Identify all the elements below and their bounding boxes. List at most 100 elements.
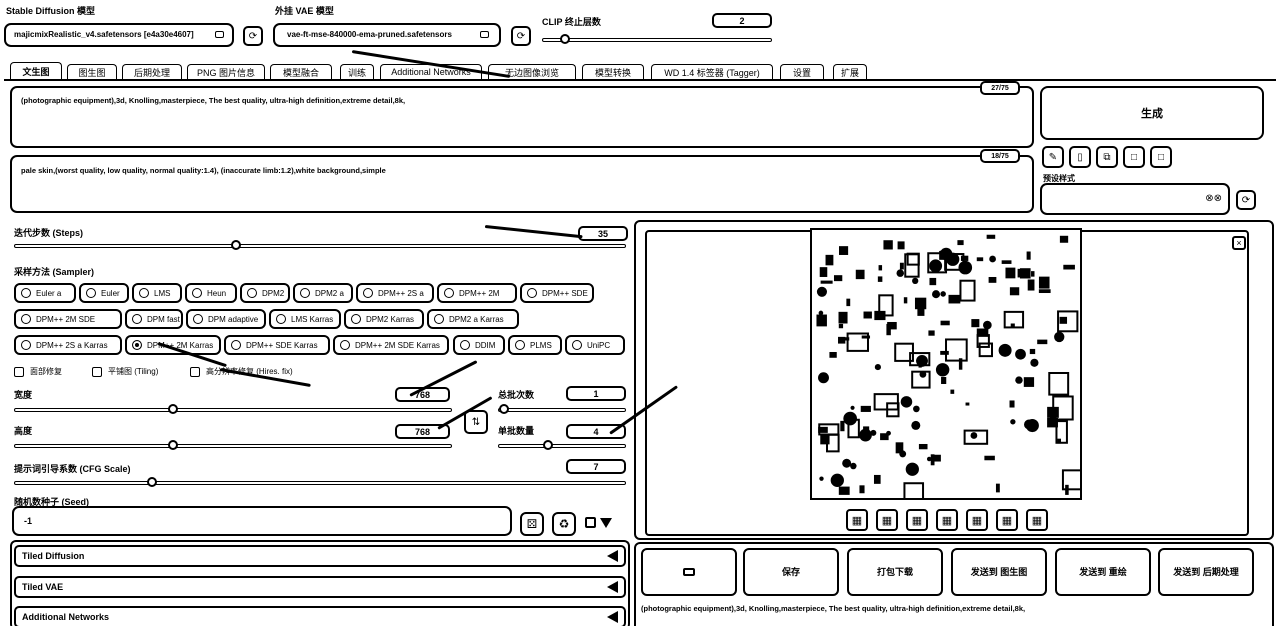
thumbnail-0[interactable]: ▦: [846, 509, 868, 531]
positive-prompt-input[interactable]: (photographic equipment),3d, Knolling,ma…: [10, 86, 1034, 148]
steps-number-input[interactable]: 35: [578, 226, 628, 241]
sampler-option[interactable]: LMS Karras: [269, 309, 341, 329]
style-action-button-1[interactable]: ▯: [1069, 146, 1091, 168]
sampler-option[interactable]: DPM2 a: [293, 283, 353, 303]
sampler-option[interactable]: UniPC: [565, 335, 625, 355]
seed-input[interactable]: -1: [12, 506, 512, 536]
batch-count-number-input[interactable]: 1: [566, 386, 626, 401]
tab-6[interactable]: Additional Networks: [380, 64, 482, 79]
slider-thumb[interactable]: [168, 440, 178, 450]
slider-thumb[interactable]: [168, 404, 178, 414]
close-icon[interactable]: ×: [1232, 236, 1246, 250]
sampler-option[interactable]: DPM++ SDE: [520, 283, 594, 303]
sampler-option[interactable]: DDIM: [453, 335, 505, 355]
slider-thumb[interactable]: [543, 440, 553, 450]
sampler-option[interactable]: DPM++ SDE Karras: [224, 335, 330, 355]
swap-icon: ⇅: [471, 416, 481, 428]
reuse-seed-button[interactable]: ♻: [552, 512, 576, 536]
sampler-option[interactable]: DPM2: [240, 283, 290, 303]
slider-thumb[interactable]: [499, 404, 509, 414]
accordion-1[interactable]: Tiled VAE: [14, 576, 626, 598]
batch-count-slider[interactable]: [498, 404, 626, 414]
apply-style-button[interactable]: ⟳: [1236, 190, 1256, 210]
tab-9[interactable]: WD 1.4 标签器 (Tagger): [651, 64, 773, 79]
chevron-down-icon[interactable]: [600, 518, 612, 528]
option-checkbox-1[interactable]: 平铺图 (Tiling): [92, 366, 158, 377]
accordion-2[interactable]: Additional Networks: [14, 606, 626, 626]
refresh-model-button[interactable]: ⟳: [243, 26, 263, 46]
tab-0[interactable]: 文生图: [10, 62, 62, 79]
accordion-title: Tiled VAE: [22, 582, 64, 592]
thumbnail-2[interactable]: ▦: [906, 509, 928, 531]
slider-thumb[interactable]: [147, 477, 157, 487]
sampler-option[interactable]: LMS: [132, 283, 182, 303]
sampler-option[interactable]: DPM++ 2M: [437, 283, 517, 303]
steps-slider[interactable]: [14, 240, 626, 250]
tab-11[interactable]: 扩展: [833, 64, 867, 79]
thumbnail-5[interactable]: ▦: [996, 509, 1018, 531]
tab-1[interactable]: 图生图: [67, 64, 117, 79]
output-button-0[interactable]: 保存: [743, 548, 839, 596]
swap-dimensions-button[interactable]: ⇅: [464, 410, 488, 434]
sampler-option[interactable]: DPM++ 2S a Karras: [14, 335, 122, 355]
negative-prompt-input[interactable]: pale skin,(worst quality, low quality, n…: [10, 155, 1034, 213]
sampler-option-label: DPM++ 2M SDE: [36, 314, 96, 324]
style-action-button-3[interactable]: □: [1123, 146, 1145, 168]
slider-thumb[interactable]: [231, 240, 241, 250]
output-button-1[interactable]: 打包下载: [847, 548, 943, 596]
sampler-option[interactable]: DPM++ 2M Karras: [125, 335, 221, 355]
style-action-button-4[interactable]: □: [1150, 146, 1172, 168]
tab-3[interactable]: PNG 图片信息: [187, 64, 265, 79]
output-button-2[interactable]: 发送到 图生图: [951, 548, 1047, 596]
sampler-option[interactable]: DPM++ 2S a: [356, 283, 434, 303]
style-action-button-2[interactable]: ⧉: [1096, 146, 1118, 168]
width-slider[interactable]: [14, 404, 452, 414]
checkbox-icon: [92, 366, 102, 377]
extra-seed-checkbox[interactable]: [585, 517, 596, 528]
tab-4[interactable]: 模型融合: [270, 64, 332, 79]
refresh-vae-button[interactable]: ⟳: [511, 26, 531, 46]
height-slider[interactable]: [14, 440, 452, 450]
thumbnail-6[interactable]: ▦: [1026, 509, 1048, 531]
sampler-option[interactable]: Euler a: [14, 283, 76, 303]
thumbnail-3[interactable]: ▦: [936, 509, 958, 531]
sampler-option[interactable]: DPM2 a Karras: [427, 309, 519, 329]
sampler-option[interactable]: PLMS: [508, 335, 562, 355]
cfg-slider[interactable]: [14, 477, 626, 487]
tab-10[interactable]: 设置: [780, 64, 824, 79]
clip-number-input[interactable]: 2: [712, 13, 772, 28]
accordion-0[interactable]: Tiled Diffusion: [14, 545, 626, 567]
open-folder-button[interactable]: [641, 548, 737, 596]
sampler-option[interactable]: DPM2 Karras: [344, 309, 424, 329]
radio-icon: [434, 314, 444, 324]
tab-5[interactable]: 训练: [340, 64, 374, 79]
vae-select[interactable]: vae-ft-mse-840000-ema-pruned.safetensors: [273, 23, 501, 47]
radio-icon: [231, 340, 241, 350]
cfg-number-input[interactable]: 7: [566, 459, 626, 474]
output-button-4[interactable]: 发送到 后期处理: [1158, 548, 1254, 596]
sampler-option[interactable]: DPM adaptive: [186, 309, 266, 329]
thumbnail-4[interactable]: ▦: [966, 509, 988, 531]
sampler-option[interactable]: DPM++ 2M SDE: [14, 309, 122, 329]
clip-slider[interactable]: [542, 34, 772, 44]
tab-8[interactable]: 模型转换: [582, 64, 644, 79]
generated-image[interactable]: [810, 228, 1082, 500]
sampler-option[interactable]: DPM++ 2M SDE Karras: [333, 335, 449, 355]
random-seed-button[interactable]: ⚄: [520, 512, 544, 536]
style-select[interactable]: ⊗⊗: [1040, 183, 1230, 215]
batch-size-slider[interactable]: [498, 440, 626, 450]
sampler-option-label: PLMS: [530, 340, 552, 350]
output-button-3[interactable]: 发送到 重绘: [1055, 548, 1151, 596]
sampler-option[interactable]: Heun: [185, 283, 237, 303]
thumbnail-1[interactable]: ▦: [876, 509, 898, 531]
model-select[interactable]: majicmixRealistic_v4.safetensors [e4a30e…: [4, 23, 234, 47]
sampler-option[interactable]: Euler: [79, 283, 129, 303]
style-action-button-0[interactable]: ✎: [1042, 146, 1064, 168]
slider-thumb[interactable]: [560, 34, 570, 44]
option-checkbox-0[interactable]: 面部修复: [14, 366, 62, 377]
sampler-option[interactable]: DPM fast: [125, 309, 183, 329]
sampler-option-label: DPM2 Karras: [366, 314, 415, 324]
tab-2[interactable]: 后期处理: [122, 64, 182, 79]
folder-icon: [683, 568, 695, 576]
generate-button[interactable]: 生成: [1040, 86, 1264, 140]
